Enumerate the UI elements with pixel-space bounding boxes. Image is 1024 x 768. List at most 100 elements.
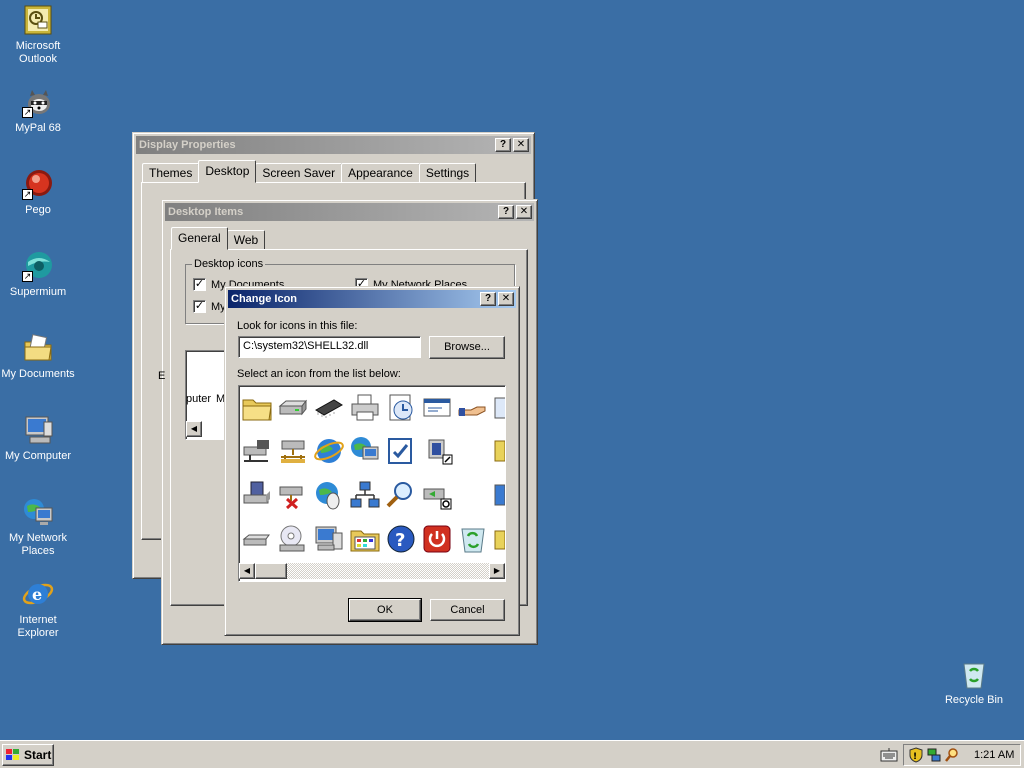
tab-web[interactable]: Web: [226, 230, 266, 250]
desktop-icons-group-label: Desktop icons: [192, 258, 266, 270]
tab-desktop[interactable]: Desktop: [198, 160, 257, 183]
control-panel-icon[interactable]: [347, 519, 387, 559]
system-tray: ! 1:21 AM: [903, 744, 1021, 766]
close-button[interactable]: ✕: [498, 292, 514, 306]
desktop-icon-recycle-bin[interactable]: Recycle Bin: [936, 658, 1012, 707]
icon-file-input[interactable]: C:\system32\SHELL32.dll: [238, 336, 421, 358]
desktop-icon-label: Pego: [25, 204, 51, 216]
pego-icon: ↗: [22, 168, 54, 200]
memory-chip-icon[interactable]: [311, 388, 351, 428]
icon-list-scrollbar[interactable]: ◀ ▶: [239, 563, 505, 579]
desktop-icon-label: My Documents: [1, 368, 75, 380]
network-share-icon[interactable]: [275, 431, 315, 471]
tab-settings[interactable]: Settings: [418, 163, 477, 183]
partial-icon[interactable]: [491, 475, 505, 515]
partial-icon[interactable]: [491, 388, 505, 428]
display-properties-titlebar[interactable]: Display Properties ? ✕: [136, 136, 531, 154]
checklist-icon[interactable]: [383, 431, 423, 471]
my-documents-checkbox[interactable]: ✓: [193, 278, 206, 291]
desktop-icon-my-documents[interactable]: My Documents: [0, 332, 76, 381]
partial-icon[interactable]: [491, 519, 505, 559]
desktop-icon-my-computer[interactable]: My Computer: [0, 414, 76, 463]
svg-text:!: !: [913, 752, 917, 762]
folder-icon[interactable]: [239, 388, 279, 428]
desktop-icon-outlook[interactable]: Microsoft Outlook: [0, 4, 76, 66]
change-icon-dialog: Change Icon ? ✕ Look for icons in this f…: [224, 286, 520, 636]
supermium-icon: ↗: [22, 250, 54, 282]
ok-button[interactable]: OK: [348, 598, 422, 622]
printer-icon[interactable]: [347, 388, 387, 428]
clock[interactable]: 1:21 AM: [974, 749, 1014, 761]
drive-shortcut-icon[interactable]: [419, 475, 459, 515]
icon-file-value: C:\system32\SHELL32.dll: [243, 340, 369, 352]
help-button[interactable]: ?: [480, 292, 496, 306]
network-places-icon: [22, 496, 54, 528]
scroll-right-button[interactable]: ▶: [489, 563, 505, 579]
desktop-icon-pego[interactable]: ↗ Pego: [0, 168, 76, 217]
scroll-thumb[interactable]: [255, 563, 287, 579]
side-label-fragment: E: [158, 370, 166, 382]
disconnected-drive-icon[interactable]: [275, 475, 315, 515]
floppy-drive-icon[interactable]: [239, 475, 279, 515]
desktop-icon-label: Microsoft Outlook: [15, 40, 61, 65]
desktop-icon-supermium[interactable]: ↗ Supermium: [0, 250, 76, 299]
desktop-icon-label: Recycle Bin: [944, 694, 1004, 706]
scroll-left-button[interactable]: ◀: [239, 563, 255, 579]
security-shield-icon[interactable]: !: [908, 747, 924, 763]
computer-icon[interactable]: [311, 519, 351, 559]
close-button[interactable]: ✕: [516, 205, 532, 219]
look-for-icons-label: Look for icons in this file:: [237, 320, 358, 332]
removable-drive-icon[interactable]: [239, 519, 279, 559]
tab-general[interactable]: General: [171, 227, 228, 250]
list-item-label: puter: [186, 393, 212, 405]
network-drive-icon[interactable]: [239, 431, 279, 471]
icon-list[interactable]: ? ◀ ▶: [238, 385, 506, 582]
window-icon[interactable]: [419, 388, 459, 428]
window-title: Display Properties: [139, 139, 236, 151]
recycle-bin-icon[interactable]: [455, 519, 495, 559]
application-shortcut-icon[interactable]: [419, 431, 459, 471]
desktop-icon-label: My Network Places: [8, 532, 68, 557]
cancel-button[interactable]: Cancel: [430, 599, 505, 621]
change-icon-titlebar[interactable]: Change Icon ? ✕: [228, 290, 516, 308]
select-icon-label: Select an icon from the list below:: [237, 368, 401, 380]
shutdown-icon[interactable]: [419, 519, 459, 559]
desktop-icon-internet-explorer[interactable]: e Internet Explorer: [0, 578, 76, 640]
help-icon[interactable]: ?: [383, 519, 423, 559]
keyboard-icon[interactable]: [880, 748, 898, 762]
desktop-icon-network-places[interactable]: My Network Places: [0, 496, 76, 558]
taskbar: Start ! 1:21 AM: [0, 740, 1024, 768]
close-button[interactable]: ✕: [513, 138, 529, 152]
start-label: Start: [24, 748, 52, 762]
sharing-hand-icon[interactable]: [455, 388, 495, 428]
magnifying-glass-icon[interactable]: [383, 475, 423, 515]
list-scroll-left-button[interactable]: ◀: [186, 421, 202, 437]
cd-drive-icon[interactable]: [275, 519, 315, 559]
window-title: Desktop Items: [168, 206, 244, 218]
shortcut-arrow-icon: ↗: [22, 107, 33, 118]
partial-icon[interactable]: [491, 431, 505, 471]
help-button[interactable]: ?: [495, 138, 511, 152]
my-computer-checkbox[interactable]: ✓: [193, 300, 206, 313]
desktop-icon-label: Supermium: [9, 286, 67, 298]
start-button[interactable]: Start: [2, 744, 54, 766]
network-connections-icon[interactable]: [347, 475, 387, 515]
tab-screen-saver[interactable]: Screen Saver: [255, 163, 343, 183]
tab-themes[interactable]: Themes: [142, 163, 200, 183]
browse-button[interactable]: Browse...: [429, 336, 505, 359]
network-tray-icon[interactable]: [926, 747, 942, 763]
recycle-bin-icon: [958, 658, 990, 690]
desktop-icon-mypal[interactable]: ↗ MyPal 68: [0, 86, 76, 135]
tab-appearance[interactable]: Appearance: [341, 163, 420, 183]
search-tray-icon[interactable]: [944, 747, 960, 763]
scheduled-tasks-icon[interactable]: [383, 388, 423, 428]
shortcut-arrow-icon: ↗: [22, 271, 33, 282]
globe-icon[interactable]: [311, 431, 351, 471]
desktop-icon-label: My Computer: [4, 450, 72, 462]
network-globe-icon[interactable]: [347, 431, 387, 471]
hard-drive-icon[interactable]: [275, 388, 315, 428]
help-button[interactable]: ?: [498, 205, 514, 219]
internet-explorer-icon: e: [22, 578, 54, 610]
globe-mouse-icon[interactable]: [311, 475, 351, 515]
desktop-items-titlebar[interactable]: Desktop Items ? ✕: [165, 203, 534, 221]
